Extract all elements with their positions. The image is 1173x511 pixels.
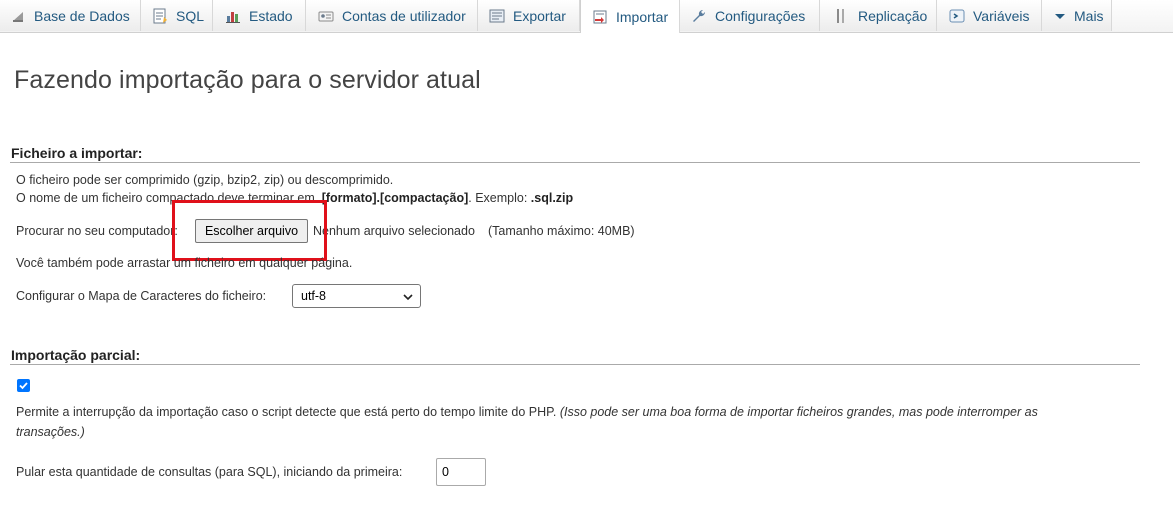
tab-label: Exportar [513, 7, 566, 24]
tab-label: Variáveis [973, 7, 1030, 24]
charset-select[interactable]: utf-8 [292, 284, 421, 308]
database-icon [10, 8, 26, 24]
tab-variables[interactable]: Variáveis [937, 0, 1042, 31]
filename-info: O nome de um ficheiro compactado deve te… [16, 191, 573, 205]
tab-settings[interactable]: Configurações [680, 0, 820, 31]
allow-interrupt-note-cont: transações.) [16, 425, 85, 439]
no-file-selected-text: Nenhum arquivo selecionado [313, 224, 475, 238]
page-title: Fazendo importação para o servidor atual [14, 66, 481, 94]
tab-label: Contas de utilizador [342, 7, 466, 24]
charset-label: Configurar o Mapa de Caracteres do fiche… [16, 289, 267, 303]
file-section-legend: Ficheiro a importar: [11, 145, 143, 161]
divider [10, 162, 1140, 163]
choose-file-button[interactable]: Escolher arquivo [195, 219, 308, 243]
tab-more[interactable]: Mais [1042, 0, 1112, 31]
tab-import[interactable]: Importar [580, 0, 680, 33]
filename-info-mid: . Exemplo: [468, 191, 531, 205]
sql-icon [152, 8, 168, 24]
tab-database[interactable]: Base de Dados [0, 0, 141, 31]
tab-label: SQL [176, 7, 205, 24]
allow-interrupt-main: Permite a interrupção da importação caso… [16, 405, 557, 419]
tab-export[interactable]: Exportar [478, 0, 580, 31]
allow-interrupt-note: (Isso pode ser uma boa forma de importar… [559, 405, 1038, 419]
chevron-down-icon [402, 291, 414, 303]
tab-label: Estado [249, 7, 293, 24]
tab-label: Base de Dados [34, 7, 130, 24]
allow-interrupt-checkbox[interactable] [17, 379, 30, 392]
tab-replication[interactable]: Replicação [820, 0, 937, 31]
caret-down-icon [1054, 8, 1066, 24]
checkmark-icon [19, 382, 28, 390]
tab-label: Replicação [858, 7, 928, 24]
tab-label: Configurações [715, 7, 806, 24]
skip-queries-input[interactable] [436, 458, 486, 486]
status-icon [225, 8, 241, 24]
max-size-text: (Tamanho máximo: 40MB) [488, 224, 635, 238]
tab-label: Importar [616, 8, 669, 25]
wrench-icon [691, 8, 707, 24]
export-icon [489, 8, 505, 24]
variables-icon [949, 8, 965, 24]
drag-drop-hint: Você também pode arrastar um ficheiro em… [16, 256, 353, 270]
browse-label: Procurar no seu computador: [16, 224, 178, 238]
charset-selected-value: utf-8 [301, 289, 327, 303]
filename-example: .sql.zip [530, 191, 574, 205]
tab-sql[interactable]: SQL [141, 0, 213, 31]
user-accounts-icon [318, 8, 334, 24]
replication-icon [834, 8, 850, 24]
compression-info: O ficheiro pode ser comprimido (gzip, bz… [16, 173, 394, 187]
tab-user-accounts[interactable]: Contas de utilizador [306, 0, 478, 31]
partial-section-legend: Importação parcial: [11, 347, 141, 363]
filename-format: .[formato].[compactação] [318, 191, 469, 205]
divider [10, 364, 1140, 365]
tab-status[interactable]: Estado [213, 0, 306, 31]
import-icon [592, 9, 608, 25]
tab-label: Mais [1074, 7, 1104, 24]
filename-info-prefix: O nome de um ficheiro compactado deve te… [16, 191, 319, 205]
top-tab-bar: Base de Dados SQL Estado Contas de utili… [0, 0, 1173, 33]
allow-interrupt-text: Permite a interrupção da importação caso… [16, 405, 1038, 419]
skip-queries-label: Pular esta quantidade de consultas (para… [16, 465, 403, 479]
